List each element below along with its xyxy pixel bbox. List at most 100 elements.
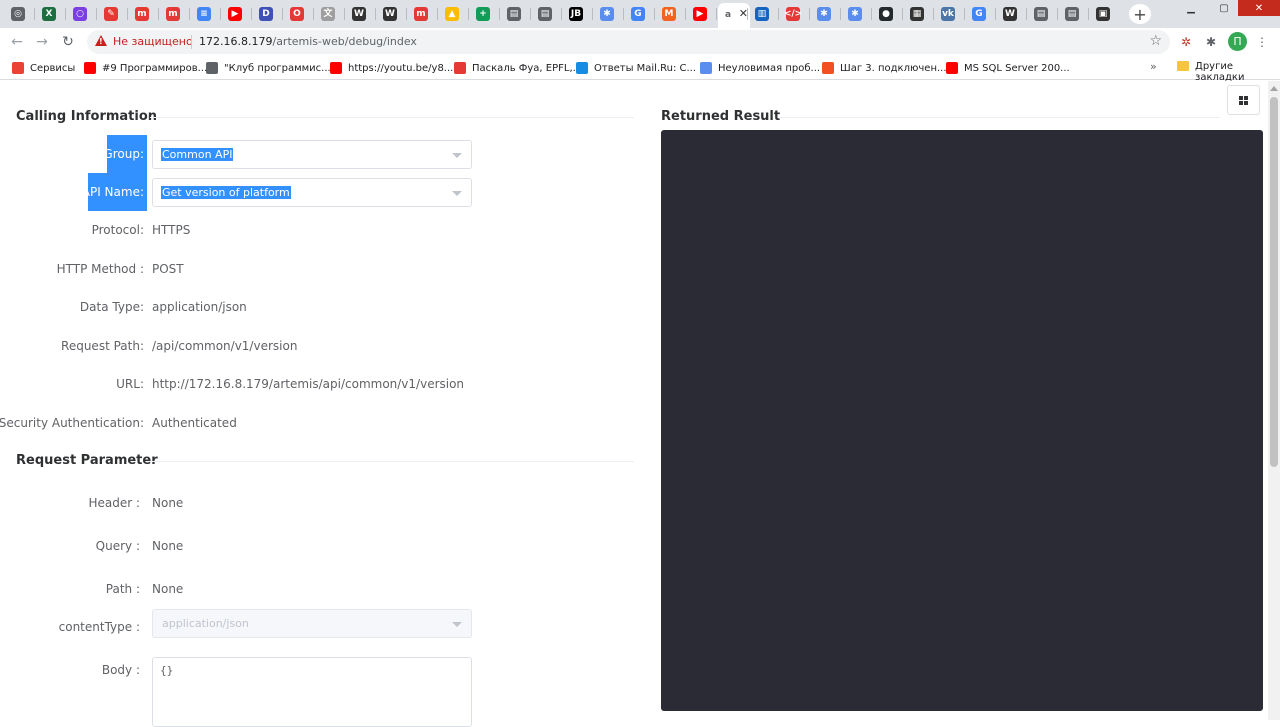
browser-tab[interactable]: ▣ <box>1090 3 1116 25</box>
browser-tab[interactable]: vk <box>935 3 961 25</box>
bookmark-star-icon[interactable]: ☆ <box>1149 33 1162 49</box>
http-method-value: POST <box>152 262 184 276</box>
bookmark-item[interactable]: Неуловимая проб... <box>700 60 820 76</box>
bookmark-item[interactable]: #9 Программиров... <box>84 60 207 76</box>
scroll-up-icon[interactable] <box>1270 86 1278 91</box>
browser-tab[interactable]: ▤ <box>501 3 527 25</box>
bookmark-item[interactable]: Ответы Mail.Ru: С... <box>576 60 696 76</box>
apps-icon <box>12 62 24 74</box>
bookmark-item[interactable]: Паскаль Фуа, EPFL,... <box>454 60 582 76</box>
section-divider <box>780 117 1220 118</box>
url-text[interactable]: 172.16.8.179/artemis-web/debug/index <box>199 35 417 48</box>
magento-icon: M <box>662 7 676 21</box>
browser-tab[interactable]: ◎ <box>5 3 31 25</box>
browser-tab[interactable]: W <box>377 3 403 25</box>
browser-tab[interactable]: ✱ <box>811 3 837 25</box>
grid-app-icon: ▦ <box>910 7 924 21</box>
browser-tab[interactable]: 文 <box>315 3 341 25</box>
maximize-button[interactable]: ▢ <box>1210 0 1238 16</box>
protocol-value: HTTPS <box>152 223 191 237</box>
content-type-select: application/json <box>152 609 472 638</box>
browser-tab[interactable]: m <box>129 3 155 25</box>
browser-tab[interactable]: m <box>160 3 186 25</box>
tab-separator <box>1088 8 1089 20</box>
browser-tab[interactable]: JB <box>563 3 589 25</box>
insecure-label[interactable]: Не защищено <box>113 35 193 48</box>
browser-tab[interactable]: G <box>966 3 992 25</box>
chevron-down-icon <box>452 622 462 627</box>
browser-tab[interactable]: W <box>346 3 372 25</box>
tab-separator <box>96 8 97 20</box>
extension-icon[interactable]: ✲ <box>1178 34 1194 50</box>
excel-icon: X <box>42 7 56 21</box>
browser-tab[interactable]: ▶ <box>222 3 248 25</box>
api-name-select[interactable]: Get version of platform <box>152 178 472 207</box>
youtube-icon <box>330 62 342 74</box>
bookmark-item[interactable]: Шаг 3. подключен... <box>822 60 947 76</box>
browser-tab[interactable]: W <box>997 3 1023 25</box>
browser-tab[interactable]: ▤ <box>1059 3 1085 25</box>
body-textarea[interactable]: {} <box>152 657 472 727</box>
translate-icon: 文 <box>321 7 335 21</box>
browser-tab[interactable]: X <box>36 3 62 25</box>
bookmark-item[interactable]: MS SQL Server 200... <box>946 60 1070 76</box>
tab-separator <box>654 8 655 20</box>
browser-tab[interactable]: ≡ <box>191 3 217 25</box>
reload-icon[interactable]: ↻ <box>59 33 77 51</box>
browser-tab[interactable]: ✱ <box>594 3 620 25</box>
puzzle-icon: ✱ <box>600 7 614 21</box>
browser-tab[interactable]: D <box>253 3 279 25</box>
other-bookmarks[interactable]: Другие закладки <box>1195 61 1280 83</box>
browser-tab[interactable]: ▶ <box>687 3 713 25</box>
book-icon: ▥ <box>755 7 769 21</box>
browser-tab[interactable]: O <box>284 3 310 25</box>
new-tab-button[interactable]: + <box>1129 4 1151 24</box>
browser-tab[interactable]: ▲ <box>439 3 465 25</box>
profile-avatar[interactable]: П <box>1228 32 1247 51</box>
browser-tab[interactable]: ▥ <box>749 3 775 25</box>
page-scrollbar[interactable] <box>1268 81 1280 720</box>
tab-separator <box>716 8 717 20</box>
path-value: None <box>152 582 184 596</box>
browser-tab[interactable]: ▦ <box>904 3 930 25</box>
browser-tab[interactable]: + <box>470 3 496 25</box>
puzzle-icon: ✱ <box>848 7 862 21</box>
bookmark-item[interactable]: "Клуб программис... <box>206 60 331 76</box>
bookmark-item[interactable]: Сервисы <box>12 60 75 76</box>
layout-toggle-button[interactable] <box>1227 85 1260 115</box>
bookmark-label: Ответы Mail.Ru: С... <box>594 62 697 74</box>
back-icon[interactable]: ← <box>8 33 26 51</box>
bookmark-label: "Клуб программис... <box>224 62 331 74</box>
browser-tab[interactable]: </> <box>780 3 806 25</box>
tab-separator <box>902 8 903 20</box>
browser-tab-active[interactable]: a ✕ <box>718 3 750 28</box>
path-label: Path : <box>105 582 140 596</box>
browser-tab[interactable]: G <box>625 3 651 25</box>
bookmark-item[interactable]: https://youtu.be/y8... <box>330 60 453 76</box>
browser-tab[interactable]: ○ <box>67 3 93 25</box>
plus-icon: + <box>1133 4 1147 24</box>
address-bar[interactable]: Не защищено 172.16.8.179/artemis-web/deb… <box>87 30 1170 54</box>
menu-kebab-icon[interactable]: ⋮ <box>1254 34 1270 50</box>
scroll-thumb[interactable] <box>1270 97 1278 467</box>
browser-tab[interactable]: ✎ <box>98 3 124 25</box>
opera-icon: O <box>290 7 304 21</box>
browser-tab[interactable]: M <box>656 3 682 25</box>
bookmarks-more-icon[interactable]: » <box>1150 60 1157 73</box>
browser-tab[interactable]: ▤ <box>532 3 558 25</box>
data-type-value: application/json <box>152 300 247 314</box>
group-select[interactable]: Common API <box>152 140 472 169</box>
tab-separator <box>747 8 748 20</box>
close-window-button[interactable]: ✕ <box>1238 0 1280 16</box>
browser-tab[interactable]: ▤ <box>1028 3 1054 25</box>
browser-tab[interactable]: ✱ <box>842 3 868 25</box>
github-icon: ● <box>879 7 893 21</box>
result-output-panel[interactable] <box>661 130 1263 711</box>
tab-separator <box>499 8 500 20</box>
extensions-puzzle-icon[interactable]: ✱ <box>1203 34 1219 50</box>
forward-icon[interactable]: → <box>33 33 51 51</box>
group-label: Group: <box>103 135 147 173</box>
minimize-button[interactable]: ▁ <box>1176 0 1206 16</box>
browser-tab[interactable]: m <box>408 3 434 25</box>
browser-tab[interactable]: ● <box>873 3 899 25</box>
